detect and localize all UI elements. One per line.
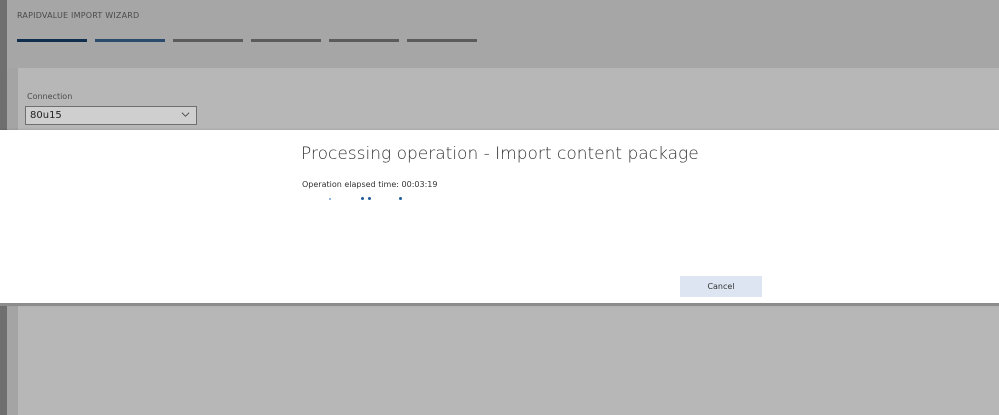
connection-label: Connection (27, 92, 73, 101)
wizard-step-2 (95, 39, 165, 42)
wizard-step-3 (173, 39, 243, 42)
processing-dialog: Processing operation - Import content pa… (0, 130, 999, 303)
cancel-button[interactable]: Cancel (680, 276, 762, 297)
progress-dot (399, 197, 402, 200)
wizard-title: RAPIDVALUE IMPORT WIZARD (17, 11, 140, 20)
wizard-step-5 (329, 39, 399, 42)
wizard-step-4 (251, 39, 321, 42)
connection-value: 80u15 (30, 110, 62, 121)
connection-select[interactable]: 80u15 (25, 106, 197, 125)
dialog-title: Processing operation - Import content pa… (301, 144, 699, 164)
elapsed-time-value: 00:03:19 (401, 180, 438, 189)
wizard-step-6 (407, 39, 477, 42)
wizard-header: RAPIDVALUE IMPORT WIZARD (7, 0, 999, 68)
progress-dot (361, 197, 364, 200)
wizard-step-1 (17, 39, 87, 42)
elapsed-time-line: Operation elapsed time: 00:03:19 (302, 180, 437, 189)
chevron-down-icon (181, 112, 190, 117)
progress-dot (329, 198, 331, 200)
elapsed-time-label: Operation elapsed time: (302, 180, 399, 189)
loading-dots-icon (300, 192, 420, 204)
dialog-shadow (0, 303, 999, 306)
wizard-step-indicator (17, 39, 485, 42)
progress-dot (368, 197, 371, 200)
